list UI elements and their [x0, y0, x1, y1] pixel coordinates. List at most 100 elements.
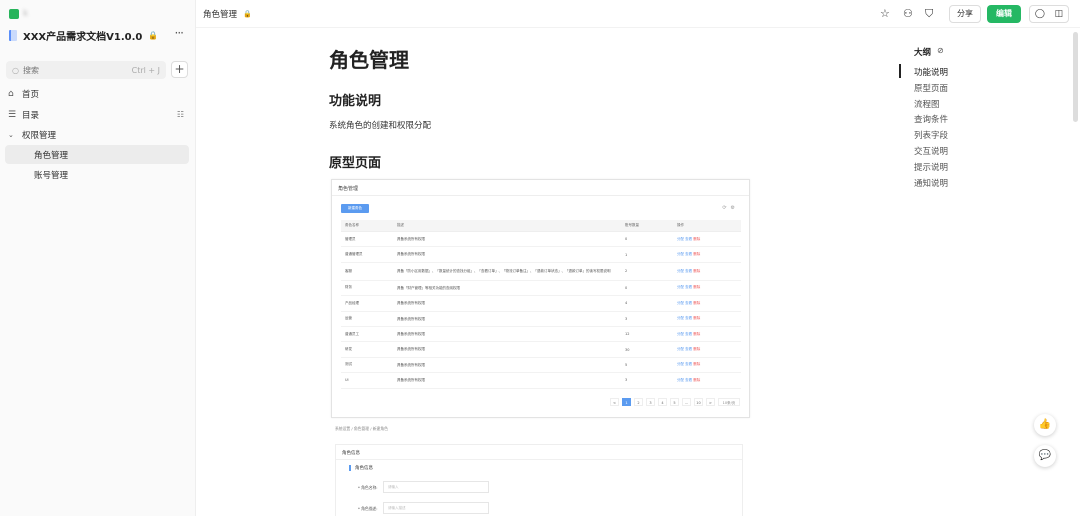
cell-desc: 具备「防小区用数据」、「数量统计的查找分组」、「查看订单」、「物流订单备注」、「…	[397, 269, 611, 274]
lock-icon: 🔒	[148, 31, 159, 40]
comment-button[interactable]: 💬	[1034, 445, 1056, 467]
sidebar-item-label: 角色管理	[34, 150, 69, 161]
outline-item[interactable]: 功能说明	[914, 66, 948, 78]
add-user-icon[interactable]: ⚇	[903, 7, 913, 20]
cell-actions: 分配 查看 删除	[677, 301, 741, 306]
table-row: 普通员工 具备系统所有权限 12 分配 查看 删除	[341, 327, 741, 343]
action-delete: 删除	[693, 377, 701, 382]
table-row: 研发 具备系统所有权限 30 分配 查看 删除	[341, 342, 741, 358]
page-item: ...	[682, 398, 691, 406]
outline-item[interactable]: 交互说明	[914, 145, 948, 157]
field-label: * 角色描述:	[358, 506, 378, 511]
scrollbar[interactable]	[1073, 32, 1078, 122]
cell-name: 运营	[345, 316, 352, 321]
cell-desc: 具备系统所有权限	[397, 236, 425, 241]
cell-count: 0	[625, 285, 628, 290]
outline-item[interactable]: 通知说明	[914, 177, 948, 189]
share-button[interactable]: 分享	[949, 5, 981, 23]
cell-actions: 分配 查看 删除	[677, 347, 741, 352]
action-delete: 删除	[693, 285, 701, 290]
cell-actions: 分配 查看 删除	[677, 237, 741, 242]
search-icon: ○	[12, 65, 19, 75]
prototype2-section: 角色信息	[349, 465, 373, 471]
table-row: 测试 具备系统所有权限 5 分配 查看 删除	[341, 358, 741, 374]
sidebar-item-toc[interactable]: ☰ 目录 ☷	[5, 105, 189, 124]
outline-item[interactable]: 流程图	[914, 98, 940, 110]
like-button[interactable]: 👍	[1034, 414, 1056, 436]
action-edit: 分配	[677, 252, 684, 257]
cell-count: 30	[625, 347, 630, 352]
lock-icon: 🔒	[243, 10, 252, 18]
app-logo-icon	[9, 9, 19, 19]
sidebar-item-home[interactable]: ⌂ 首页	[5, 84, 189, 103]
table-row: 客服 具备「防小区用数据」、「数量统计的查找分组」、「查看订单」、「物流订单备注」…	[341, 263, 741, 281]
app-window: k XXX产品需求文档V1.0.0 🔒 ··· ○ Ctrl + J + ⌂ 首…	[0, 0, 1080, 516]
action-edit: 分配	[677, 300, 684, 305]
action-edit: 分配	[677, 268, 684, 273]
outline-item[interactable]: 列表字段	[914, 129, 948, 141]
cell-count: 12	[625, 332, 630, 337]
table-row: 运营 具备系统所有权限 3 分配 查看 删除	[341, 312, 741, 327]
eye-off-icon[interactable]: ⊘	[937, 46, 944, 55]
top-bar: 角色管理 🔒 ☆ ⚇ ⛉ 分享 编辑 ◯ ◫	[196, 0, 1080, 28]
sidebar-item-roles[interactable]: 角色管理	[5, 145, 189, 164]
cell-name: 客服	[345, 268, 352, 273]
more-icon[interactable]: ···	[175, 26, 185, 40]
action-delete: 删除	[693, 268, 701, 273]
add-button[interactable]: +	[171, 61, 188, 78]
search-input[interactable]	[22, 65, 113, 75]
cell-count: 0	[625, 237, 628, 242]
page-item: 3	[646, 398, 655, 406]
page-size-select: 10条/页	[718, 398, 740, 406]
action-view: 查看	[685, 331, 693, 336]
chevron-down-icon[interactable]: ⌄	[8, 131, 22, 139]
cell-desc: 具备系统所有权限	[397, 347, 425, 352]
cell-desc: 具备「财户管理」等相关功能的查阅权限	[397, 285, 460, 290]
sidebar-item-label: 权限管理	[22, 130, 57, 141]
doc-title-row[interactable]: XXX产品需求文档V1.0.0 🔒 ···	[9, 26, 189, 43]
action-delete: 删除	[693, 362, 701, 367]
comment-icon[interactable]: ◯	[1035, 9, 1045, 19]
cell-desc: 具备系统所有权限	[397, 252, 425, 257]
sidebar-item-accounts[interactable]: 账号管理	[5, 165, 189, 184]
cell-count: 1	[625, 252, 628, 257]
prototype-image[interactable]: 角色管理 新建角色 ⟳⚙ 角色名称 描述 账号数量 操作 管理员 具备系统所有权限…	[331, 179, 750, 418]
breadcrumb-label[interactable]: 角色管理	[203, 8, 237, 20]
action-delete: 删除	[693, 347, 701, 352]
column-header: 操作	[677, 223, 684, 227]
cell-count: 4	[625, 301, 628, 306]
outline-item[interactable]: 查询条件	[914, 113, 948, 125]
table-row: UI 具备系统所有权限 3 分配 查看 删除	[341, 373, 741, 389]
action-view: 查看	[685, 268, 693, 273]
toc-toggle-icon[interactable]: ☷	[177, 110, 184, 119]
prototype-image-2[interactable]: 角色信息 角色信息 * 角色名称: 请输入 * 角色描述: 请输入描述	[335, 444, 743, 516]
pagination: <1 2 3 4 5... 10 >10条/页	[610, 398, 740, 406]
table-row: 管理员 具备系统所有权限 0 分配 查看 删除	[341, 232, 741, 248]
action-view: 查看	[685, 316, 693, 321]
cell-name: 产品经理	[345, 300, 359, 305]
cell-actions: 分配 查看 删除	[677, 378, 741, 383]
home-icon: ⌂	[8, 88, 14, 99]
outline-item[interactable]: 原型页面	[914, 82, 948, 94]
user-name: k	[23, 9, 29, 19]
cell-actions: 分配 查看 删除	[677, 252, 741, 257]
page-item: 5	[670, 398, 679, 406]
action-view: 查看	[685, 362, 693, 367]
cell-name: 普通管理员	[345, 252, 363, 257]
edit-button[interactable]: 编辑	[987, 5, 1021, 23]
cell-name: 研发	[345, 347, 352, 352]
action-view: 查看	[685, 300, 693, 305]
template-icon[interactable]: ⛉	[925, 7, 933, 21]
book-icon	[9, 30, 17, 41]
sidebar-toggle-icon[interactable]: ◫	[1055, 9, 1064, 19]
prototype-add-button: 新建角色	[341, 204, 369, 213]
user-bar[interactable]: k	[9, 9, 28, 19]
star-icon[interactable]: ☆	[880, 7, 890, 20]
column-header: 账号数量	[625, 223, 639, 227]
sidebar-item-permissions[interactable]: ⌄ 权限管理	[5, 125, 189, 144]
column-header: 描述	[397, 223, 404, 228]
outline-item[interactable]: 提示说明	[914, 161, 948, 173]
search-box[interactable]: ○ Ctrl + J	[6, 61, 166, 79]
page-item: 10	[694, 398, 703, 406]
cell-actions: 分配 查看 删除	[677, 362, 741, 367]
